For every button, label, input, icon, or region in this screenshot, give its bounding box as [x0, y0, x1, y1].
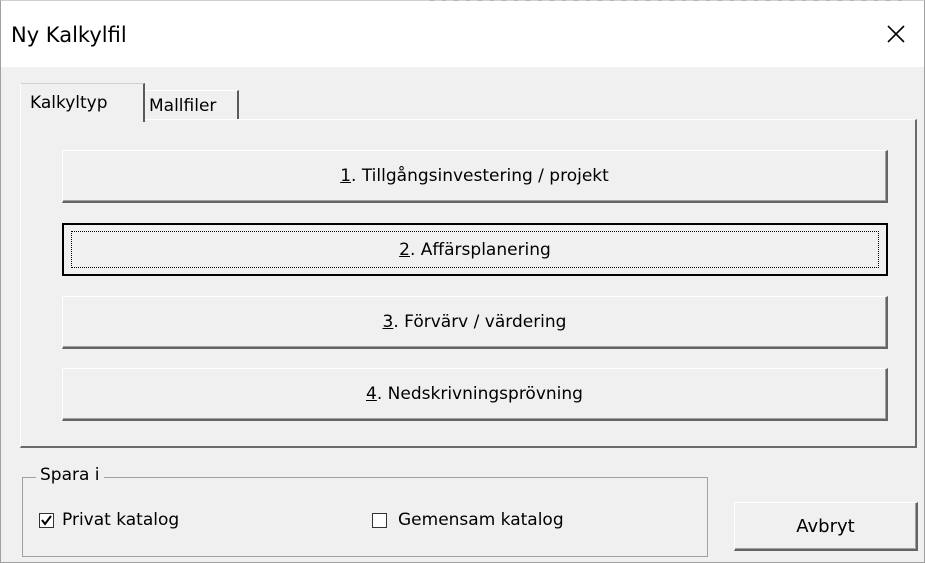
check-icon	[41, 515, 52, 526]
cancel-button[interactable]: Avbryt	[734, 502, 918, 551]
option-label: . Nedskrivningsprövning	[376, 384, 583, 404]
shared-folder-checkbox[interactable]	[372, 513, 387, 528]
cancel-button-label: Avbryt	[796, 515, 855, 537]
option-label: . Affärsplanering	[409, 239, 551, 260]
tab-mallfiler[interactable]: Mallfiler	[144, 90, 239, 121]
close-icon	[887, 25, 905, 43]
save-location-legend: Spara i	[36, 465, 104, 485]
tab-mallfiler-label: Mallfiler	[149, 96, 217, 116]
accelerator-key: 3	[382, 312, 394, 332]
shared-folder-label[interactable]: Gemensam katalog	[398, 510, 564, 530]
title-bar: Ny Kalkylfil	[1, 1, 924, 67]
private-folder-label[interactable]: Privat katalog	[62, 510, 179, 530]
private-folder-checkbox[interactable]	[39, 513, 54, 528]
option-label: . Tillgångsinvestering / projekt	[351, 166, 609, 186]
option-button-affarsplanering[interactable]: 2. Affärsplanering	[62, 223, 888, 276]
accelerator-key: 4	[366, 384, 377, 404]
option-button-tillgangsinvestering[interactable]: 1. Tillgångsinvestering / projekt	[62, 150, 888, 203]
tab-kalkyltyp[interactable]: Kalkyltyp	[20, 83, 145, 122]
close-button[interactable]	[868, 1, 924, 67]
tab-kalkyltyp-label: Kalkyltyp	[30, 93, 108, 113]
accelerator-key: 2	[399, 239, 410, 260]
dialog-title: Ny Kalkylfil	[11, 23, 127, 47]
option-button-nedskrivningsprovning[interactable]: 4. Nedskrivningsprövning	[62, 368, 888, 421]
option-button-forvarv[interactable]: 3. Förvärv / värdering	[62, 296, 888, 349]
accelerator-key: 1	[340, 166, 352, 186]
option-label: . Förvärv / värdering	[393, 312, 567, 332]
